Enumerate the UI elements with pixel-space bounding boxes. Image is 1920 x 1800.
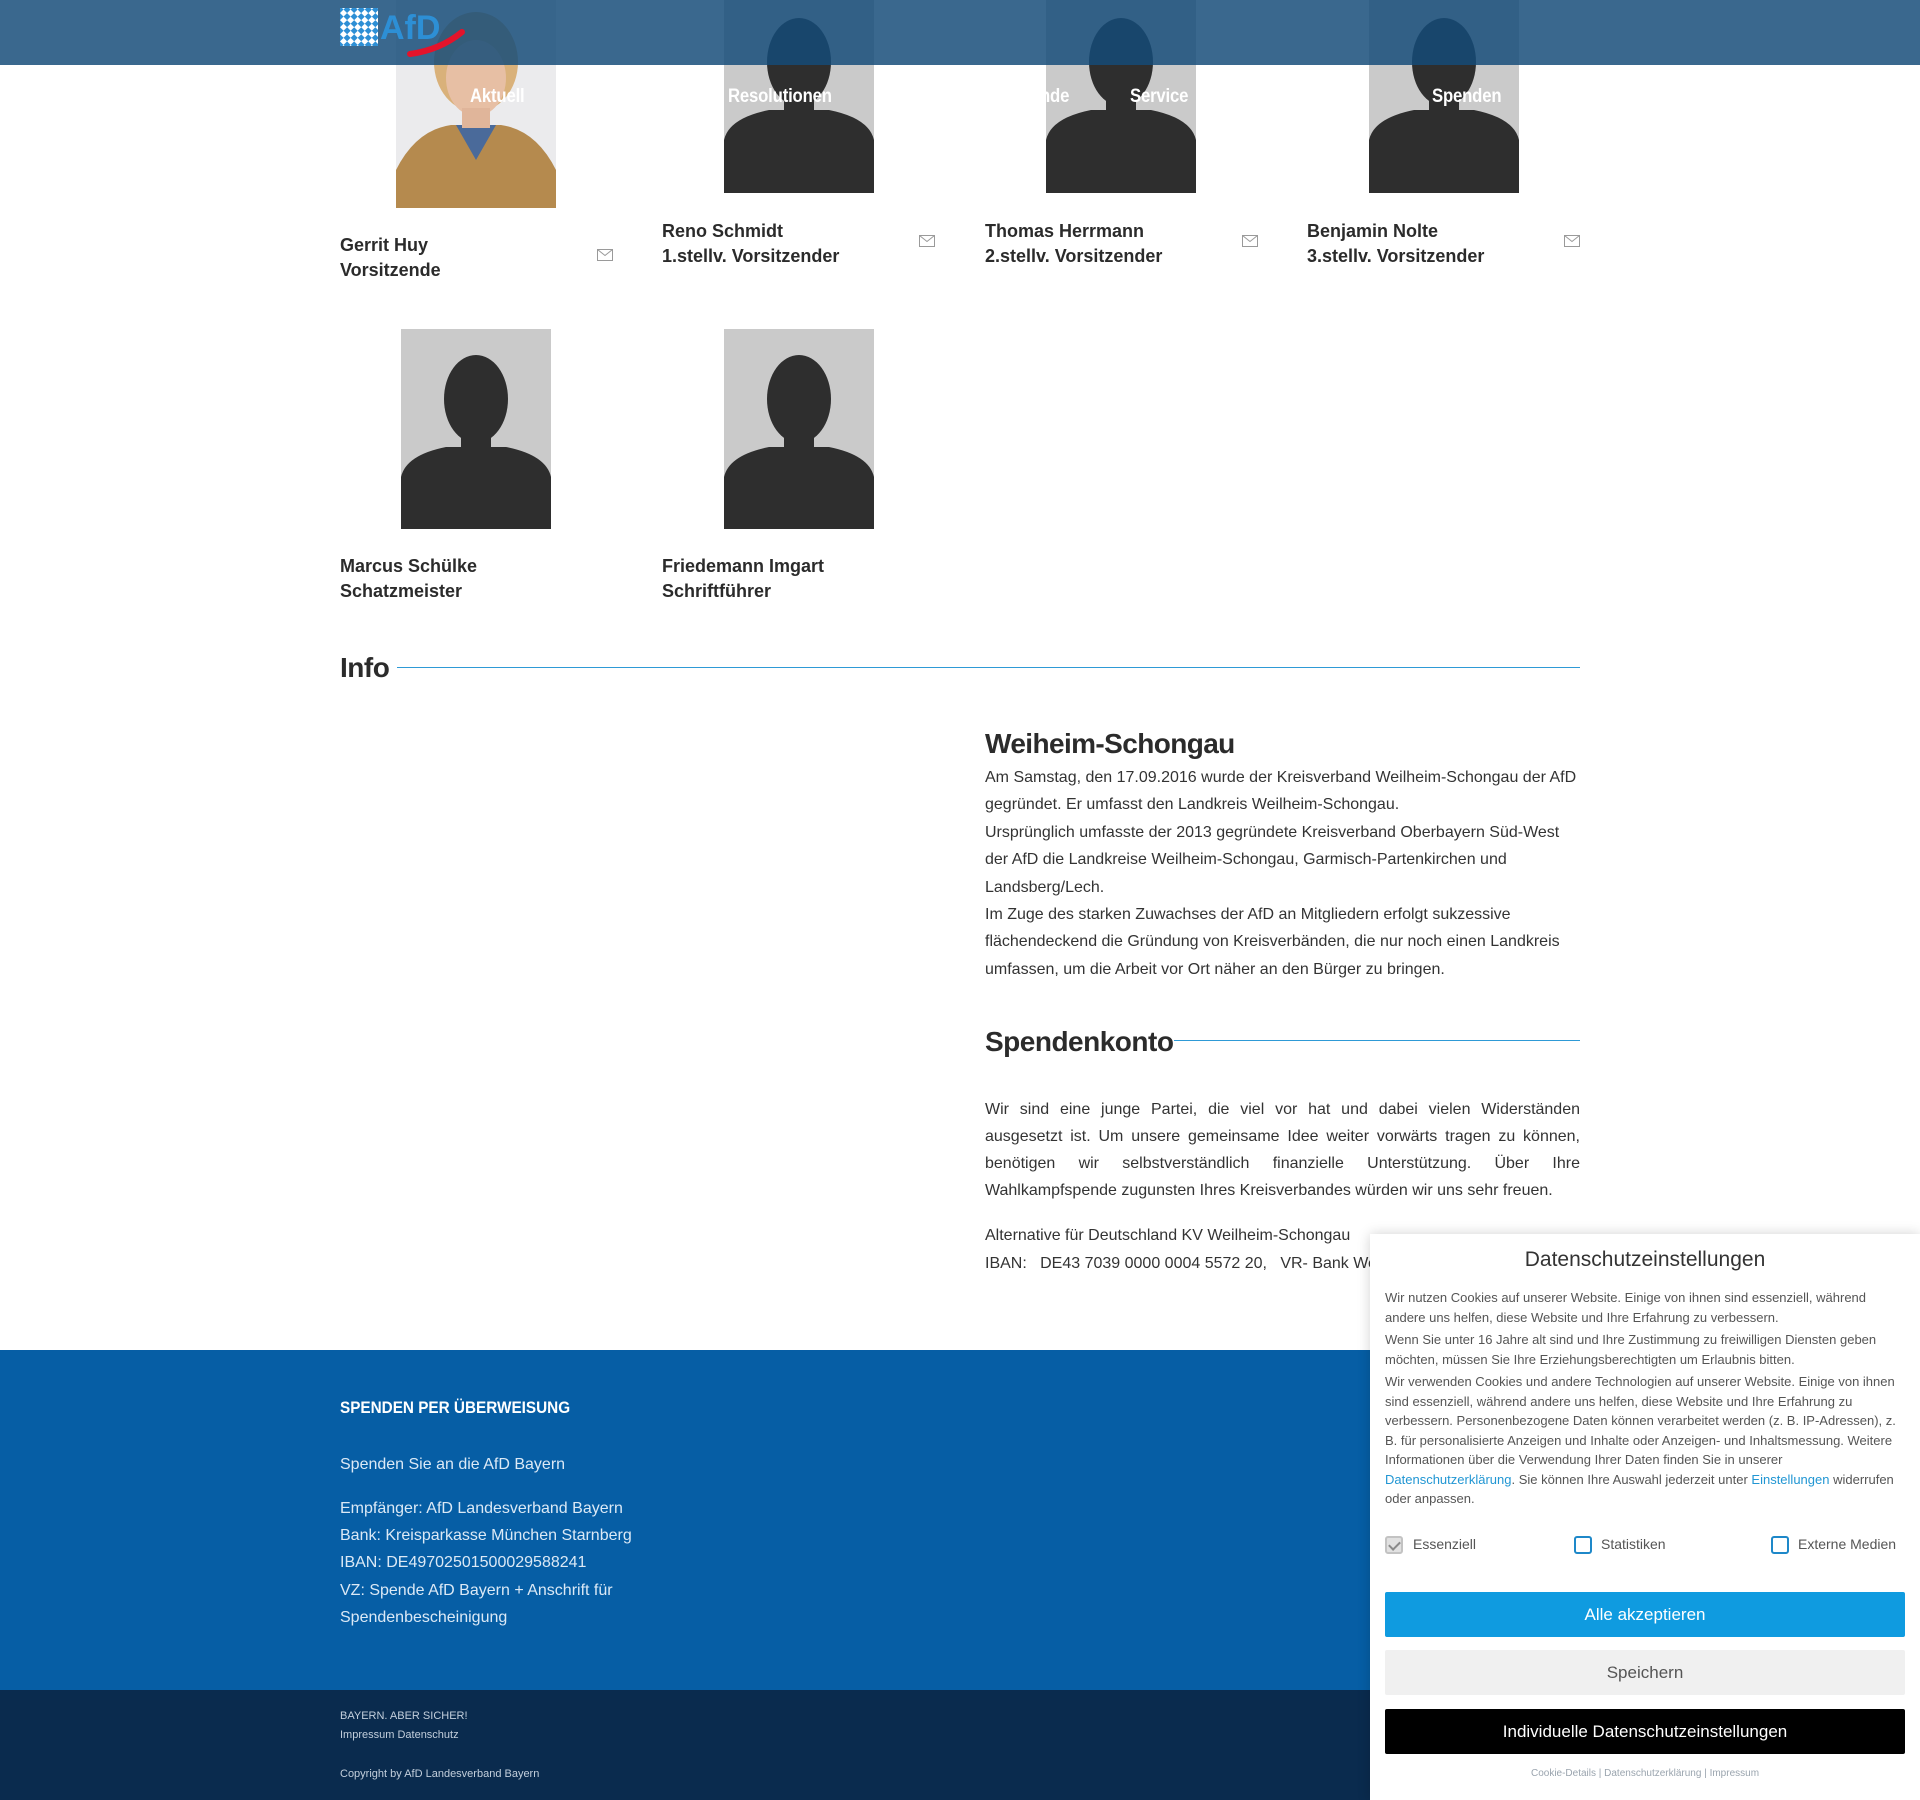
footer-line: Bank: Kreisparkasse München Starnberg	[340, 1527, 632, 1544]
member-role: Schatzmeister	[340, 581, 463, 601]
member-gerrit-huy: Gerrit Huy Vorsitzende	[340, 233, 441, 283]
donation-text: Wir sind eine junge Partei, die viel vor…	[985, 1101, 1580, 1199]
member-photo-marcus-schuelke	[401, 329, 551, 529]
logo-text: AfD	[380, 9, 440, 47]
account-name: Alternative für Deutschland KV Weilheim-…	[985, 1227, 1351, 1244]
nav-mitglieder[interactable]: nde	[1040, 86, 1069, 108]
nav-resolutionen[interactable]: Resolutionen	[728, 86, 832, 108]
settings-link[interactable]: Einstellungen	[1751, 1472, 1829, 1487]
accept-all-button[interactable]: Alle akzeptieren	[1385, 1592, 1905, 1637]
member-role: Vorsitzende	[340, 260, 441, 280]
member-thomas-herrmann: Thomas Herrmann 2.stellv. Vorsitzender	[985, 219, 1162, 269]
placeholder-silhouette	[724, 329, 874, 529]
member-role: 3.stellv. Vorsitzender	[1307, 246, 1485, 266]
heading-divider	[1174, 1040, 1580, 1041]
heading-divider	[397, 667, 1580, 668]
member-benjamin-nolte: Benjamin Nolte 3.stellv. Vorsitzender	[1307, 219, 1484, 269]
footer-links[interactable]: Impressum Datenschutz	[340, 1729, 459, 1741]
donation-heading: Spendenkonto	[985, 1026, 1174, 1057]
individual-settings-button[interactable]: Individuelle Datenschutzeinstellungen	[1385, 1709, 1905, 1754]
cookie-text-part: . Sie können Ihre Auswahl jederzeit unte…	[1511, 1471, 1752, 1487]
nav-service[interactable]: Service	[1130, 86, 1188, 108]
cookie-title: Datenschutzeinstellungen	[1524, 1248, 1766, 1271]
cookie-paragraph: Wenn Sie unter 16 Jahre alt sind und Ihr…	[1385, 1332, 1877, 1367]
save-button[interactable]: Speichern	[1385, 1650, 1905, 1695]
nav-spenden[interactable]: Spenden	[1432, 86, 1502, 108]
placeholder-silhouette	[401, 329, 551, 529]
member-name: Marcus Schülke	[340, 556, 478, 576]
footer-copyright: Copyright by AfD Landesverband Bayern	[340, 1768, 540, 1780]
member-role: Schriftführer	[662, 581, 772, 601]
member-name: Benjamin Nolte	[1307, 221, 1439, 241]
footer-line: VZ: Spende AfD Bayern + Anschrift für	[340, 1582, 613, 1599]
info-paragraph: Am Samstag, den 17.09.2016 wurde der Kre…	[985, 769, 1577, 814]
account-iban: IBAN: DE43 7039 0000 0004 5572 20, VR- B…	[985, 1255, 1383, 1272]
footer-line: Empfänger: AfD Landesverband Bayern	[340, 1500, 623, 1517]
footer-slogan: BAYERN. ABER SICHER!	[340, 1710, 468, 1722]
site-header: AfD	[0, 0, 1920, 65]
member-name: Thomas Herrmann	[985, 221, 1145, 241]
member-role: 1.stellv. Vorsitzender	[662, 246, 840, 266]
checkbox-externe-medien[interactable]	[1771, 1536, 1789, 1554]
cookie-paragraph: Wir verwenden Cookies und andere Technol…	[1385, 1372, 1905, 1509]
member-photo-friedemann-imgart	[724, 329, 874, 529]
footer-line: IBAN: DE49702501500029588241	[340, 1554, 587, 1571]
member-role: 2.stellv. Vorsitzender	[985, 246, 1163, 266]
cookie-footer-links[interactable]: Cookie-Details | Datenschutzerklärung | …	[1370, 1768, 1920, 1779]
cookie-paragraph: Wir nutzen Cookies auf unserer Website. …	[1385, 1290, 1867, 1325]
checkbox-label: Essenziell	[1413, 1536, 1477, 1552]
member-reno-schmidt: Reno Schmidt 1.stellv. Vorsitzender	[662, 219, 839, 269]
checkbox-label: Externe Medien	[1798, 1536, 1897, 1552]
footer-heading: SPENDEN PER ÜBERWEISUNG	[340, 1398, 571, 1417]
checkbox-statistiken[interactable]	[1574, 1536, 1592, 1554]
info-paragraph: Ursprünglich umfasste der 2013 gegründet…	[985, 824, 1560, 896]
member-friedemann-imgart: Friedemann Imgart Schriftführer	[662, 554, 824, 604]
checkbox-label: Statistiken	[1601, 1536, 1666, 1552]
member-marcus-schuelke: Marcus Schülke Schatzmeister	[340, 554, 477, 604]
member-name: Gerrit Huy	[340, 235, 429, 255]
checkbox-essenziell[interactable]	[1385, 1536, 1403, 1554]
info-title: Weiheim-Schongau	[985, 728, 1235, 759]
afd-logo[interactable]: AfD	[340, 6, 470, 60]
info-paragraph: Im Zuge des starken Zuwachses der AfD an…	[985, 906, 1560, 978]
mail-icon[interactable]	[1242, 235, 1258, 247]
footer-intro: Spenden Sie an die AfD Bayern	[340, 1456, 566, 1473]
member-name: Friedemann Imgart	[662, 556, 825, 576]
footer-line: Spendenbescheinigung	[340, 1609, 508, 1626]
mail-icon[interactable]	[597, 249, 613, 261]
mail-icon[interactable]	[919, 235, 935, 247]
mail-icon[interactable]	[1564, 235, 1580, 247]
member-name: Reno Schmidt	[662, 221, 784, 241]
cookie-text-part: Wir verwenden Cookies und andere Technol…	[1385, 1374, 1896, 1467]
nav-aktuell[interactable]: Aktuell	[470, 86, 525, 108]
privacy-policy-link[interactable]: Datenschutzerklärung	[1385, 1472, 1511, 1487]
info-heading: Info	[340, 652, 390, 683]
